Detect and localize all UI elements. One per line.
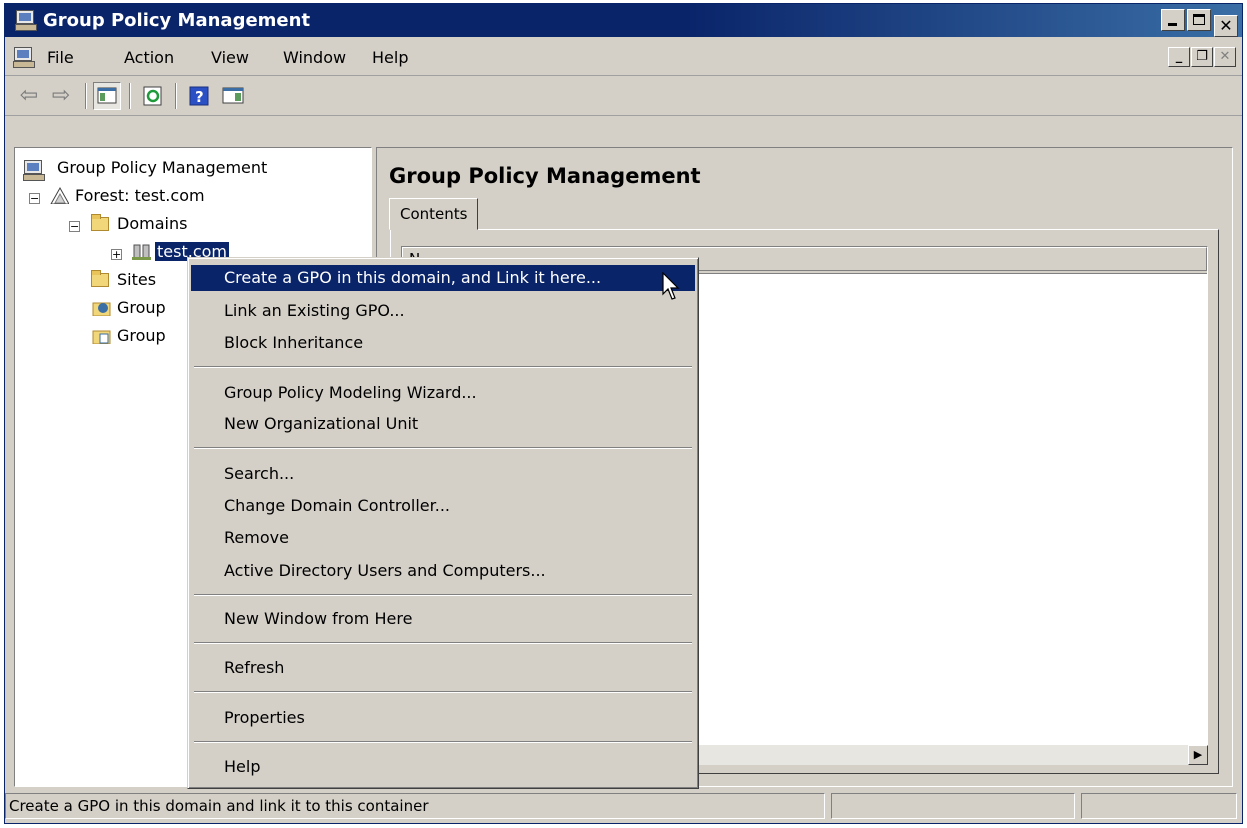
show-hide-action-pane-icon[interactable] bbox=[219, 82, 247, 110]
pane-title: Group Policy Management bbox=[389, 164, 701, 188]
mdi-restore-icon[interactable]: ❐ bbox=[1191, 47, 1213, 67]
menu-item-new-window[interactable]: New Window from Here bbox=[191, 606, 695, 632]
sites-folder-icon bbox=[91, 270, 109, 287]
minimize-icon[interactable] bbox=[1161, 9, 1185, 31]
maximize-icon[interactable] bbox=[1187, 9, 1211, 31]
collapse-icon[interactable]: − bbox=[29, 193, 40, 204]
menu-item-refresh[interactable]: Refresh bbox=[191, 655, 695, 681]
menu-item-link-existing-gpo[interactable]: Link an Existing GPO... bbox=[191, 298, 695, 324]
toolbar-separator bbox=[129, 83, 131, 109]
help-icon[interactable]: ? bbox=[185, 82, 213, 110]
results-icon bbox=[92, 330, 111, 344]
menu-item-create-gpo[interactable]: Create a GPO in this domain, and Link it… bbox=[191, 265, 695, 291]
toolbar-separator bbox=[85, 83, 87, 109]
toolbar: ⇦ ⇨ ? bbox=[5, 77, 1242, 116]
menu-item-search[interactable]: Search... bbox=[191, 461, 695, 487]
mdi-close-icon[interactable]: ✕ bbox=[1214, 47, 1236, 67]
forward-icon[interactable]: ⇨ bbox=[47, 82, 75, 110]
mdi-minimize-icon[interactable]: _ bbox=[1168, 47, 1190, 67]
back-icon[interactable]: ⇦ bbox=[15, 82, 43, 110]
mouse-cursor-icon bbox=[662, 272, 680, 300]
collapse-icon[interactable]: − bbox=[69, 221, 80, 232]
toolbar-separator bbox=[175, 83, 177, 109]
menu-item-modeling-wizard[interactable]: Group Policy Modeling Wizard... bbox=[191, 380, 695, 406]
domain-icon bbox=[132, 244, 151, 260]
status-text: Create a GPO in this domain and link it … bbox=[5, 793, 825, 819]
tree-label-domains: Domains bbox=[117, 214, 188, 233]
tree-label-root: Group Policy Management bbox=[57, 158, 268, 177]
menu-separator bbox=[194, 642, 692, 644]
menu-item-new-ou[interactable]: New Organizational Unit bbox=[191, 411, 695, 437]
gpm-icon bbox=[23, 160, 45, 181]
show-hide-tree-icon[interactable] bbox=[93, 82, 121, 110]
menu-file[interactable]: File bbox=[47, 48, 74, 67]
window-title: Group Policy Management bbox=[43, 10, 311, 31]
caption-buttons: ✕ bbox=[1159, 9, 1238, 37]
menu-item-help[interactable]: Help bbox=[191, 754, 695, 780]
menu-window[interactable]: Window bbox=[283, 48, 346, 67]
menu-separator bbox=[194, 691, 692, 693]
status-panel-3 bbox=[1081, 793, 1237, 819]
tree-label-results: Group bbox=[117, 326, 166, 345]
menu-action[interactable]: Action bbox=[124, 48, 174, 67]
tree-label-sites: Sites bbox=[117, 270, 157, 289]
document-icon[interactable] bbox=[13, 47, 35, 68]
mdi-caption-buttons: _ ❐ ✕ bbox=[1167, 45, 1236, 67]
menu-bar: File Action View Window Help _ ❐ ✕ bbox=[5, 39, 1242, 76]
status-bar: Create a GPO in this domain and link it … bbox=[5, 789, 1242, 823]
app-icon[interactable] bbox=[15, 10, 37, 31]
scroll-right-icon[interactable]: ▶ bbox=[1188, 745, 1208, 765]
context-menu: Create a GPO in this domain, and Link it… bbox=[187, 257, 699, 789]
close-icon[interactable]: ✕ bbox=[1214, 15, 1238, 37]
title-bar[interactable]: Group Policy Management ✕ bbox=[5, 4, 1242, 37]
expand-icon[interactable]: + bbox=[111, 249, 122, 260]
tree-label-forest: Forest: test.com bbox=[75, 186, 205, 205]
menu-help[interactable]: Help bbox=[372, 48, 408, 67]
modeling-icon bbox=[92, 302, 111, 316]
tree-label-modeling: Group bbox=[117, 298, 166, 317]
domains-folder-icon bbox=[91, 214, 109, 231]
menu-item-aduc[interactable]: Active Directory Users and Computers... bbox=[191, 558, 695, 584]
menu-item-properties[interactable]: Properties bbox=[191, 705, 695, 731]
svg-text:?: ? bbox=[195, 88, 204, 106]
refresh-icon[interactable] bbox=[139, 82, 167, 110]
menu-view[interactable]: View bbox=[211, 48, 249, 67]
menu-item-change-dc[interactable]: Change Domain Controller... bbox=[191, 493, 695, 519]
menu-separator bbox=[194, 594, 692, 596]
menu-separator bbox=[194, 366, 692, 368]
menu-item-block-inheritance[interactable]: Block Inheritance bbox=[191, 330, 695, 356]
menu-separator bbox=[194, 447, 692, 449]
tab-contents[interactable]: Contents bbox=[389, 198, 479, 230]
forest-icon bbox=[50, 186, 69, 204]
menu-separator bbox=[194, 741, 692, 743]
status-panel-2 bbox=[831, 793, 1075, 819]
menu-item-remove[interactable]: Remove bbox=[191, 525, 695, 551]
